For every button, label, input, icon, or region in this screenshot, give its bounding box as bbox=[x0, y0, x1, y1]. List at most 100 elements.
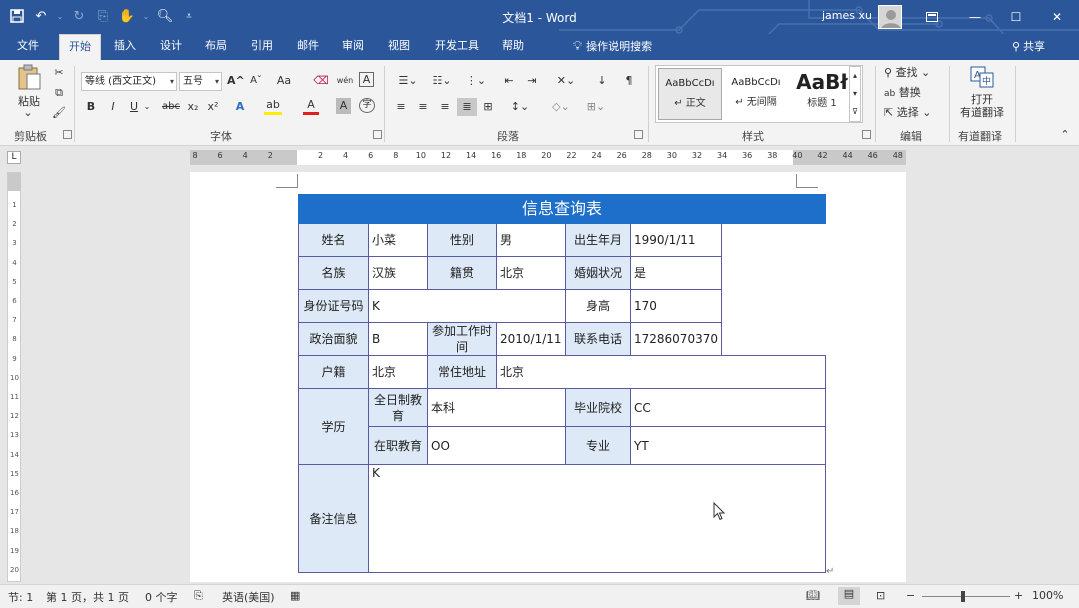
macro-record-icon[interactable]: ▦ bbox=[290, 589, 300, 602]
strikethrough-button[interactable]: abc bbox=[160, 98, 182, 116]
justify-icon[interactable]: ≣ bbox=[457, 98, 477, 116]
paragraph-launcher-icon[interactable] bbox=[634, 130, 643, 139]
political-value[interactable]: B bbox=[368, 322, 428, 356]
underline-button[interactable]: U bbox=[127, 98, 141, 116]
minimize-icon[interactable]: — bbox=[955, 0, 995, 34]
find-button[interactable]: ⚲ 查找 ⌄ bbox=[884, 64, 944, 82]
clear-formatting-icon[interactable]: ⌫ bbox=[313, 72, 329, 90]
style-normal[interactable]: AaBbCcDı ↵ 正文 bbox=[658, 68, 722, 120]
ethnic-value[interactable]: 汉族 bbox=[368, 256, 428, 290]
web-layout-icon[interactable]: ⊡ bbox=[876, 589, 885, 602]
user-avatar[interactable] bbox=[878, 5, 902, 29]
highlight-button[interactable]: ab bbox=[264, 98, 282, 115]
increase-indent-icon[interactable]: ⇥ bbox=[523, 72, 541, 90]
font-name-combo[interactable]: 等线 (西文正文) ▾ bbox=[81, 72, 177, 91]
copy-icon[interactable]: ⧉ bbox=[50, 84, 68, 102]
tab-mailings[interactable]: 邮件 bbox=[287, 34, 329, 60]
character-shading-button[interactable]: A bbox=[336, 98, 351, 114]
superscript-button[interactable]: x² bbox=[205, 98, 221, 116]
bold-button[interactable]: B bbox=[84, 98, 98, 116]
font-color-button[interactable]: A bbox=[303, 98, 319, 115]
marital-value[interactable]: 是 bbox=[630, 256, 722, 290]
align-center-icon[interactable]: ≡ bbox=[415, 98, 431, 116]
line-spacing-icon[interactable]: ↕⌄ bbox=[507, 98, 533, 116]
zoom-level[interactable]: 100% bbox=[1032, 589, 1063, 602]
tab-help[interactable]: 帮助 bbox=[492, 34, 534, 60]
distributed-icon[interactable]: ⊞ bbox=[480, 98, 496, 116]
tab-view[interactable]: 视图 bbox=[378, 34, 420, 60]
tab-design[interactable]: 设计 bbox=[150, 34, 192, 60]
vertical-ruler[interactable]: 1 2 3 4 5 6 7 8 9 10 11 12 13 14 15 16 17 18 19 20 bbox=[7, 172, 21, 582]
zoom-out-button[interactable]: − bbox=[906, 589, 915, 602]
document-page[interactable]: 信息查询表 姓名 小菜 性别 男 出生年月 1990/1/11 名族 汉族 籍贯… bbox=[190, 172, 906, 582]
word-count[interactable]: 0 个字 bbox=[145, 589, 178, 605]
select-button[interactable]: ⇱ 选择 ⌄ bbox=[884, 104, 944, 122]
replace-button[interactable]: ab 替换 bbox=[884, 84, 944, 103]
parttime-value[interactable]: OO bbox=[427, 426, 566, 465]
character-border-button[interactable]: A bbox=[359, 72, 374, 87]
section-indicator[interactable]: 节: 1 bbox=[8, 589, 33, 605]
style-heading-1[interactable]: AaBł 标题 1 bbox=[790, 68, 854, 120]
paragraph-shading-icon[interactable]: ◇⌄ bbox=[548, 98, 574, 116]
clipboard-launcher-icon[interactable] bbox=[63, 130, 72, 139]
styles-scroll[interactable]: ▴ ▾ ⊽ bbox=[849, 66, 861, 122]
zoom-slider[interactable] bbox=[922, 596, 1010, 597]
origin-value[interactable]: 北京 bbox=[496, 256, 566, 290]
major-value[interactable]: YT bbox=[630, 426, 826, 465]
ribbon-display-options-icon[interactable] bbox=[912, 0, 952, 34]
print-layout-icon[interactable]: ▤ bbox=[838, 587, 860, 605]
tab-layout[interactable]: 布局 bbox=[195, 34, 237, 60]
share-button[interactable]: ⚲ 共享 bbox=[1012, 34, 1062, 60]
zoom-slider-thumb[interactable] bbox=[961, 591, 965, 602]
format-painter-brush-icon[interactable]: 🖌︎ bbox=[50, 104, 68, 122]
paste-button[interactable]: 粘贴 bbox=[14, 64, 44, 108]
close-icon[interactable]: ✕ bbox=[1037, 0, 1077, 34]
zoom-in-button[interactable]: + bbox=[1014, 589, 1023, 602]
shrink-font-button[interactable]: Aˇ bbox=[248, 72, 264, 90]
fulltime-value[interactable]: 本科 bbox=[427, 388, 566, 427]
change-case-button[interactable]: Aa bbox=[273, 72, 295, 90]
grow-font-button[interactable]: A^ bbox=[227, 72, 245, 90]
tab-insert[interactable]: 插入 bbox=[104, 34, 146, 60]
borders-icon[interactable]: ⊞⌄ bbox=[583, 98, 609, 116]
text-effects-button[interactable]: A bbox=[232, 98, 248, 116]
styles-launcher-icon[interactable] bbox=[862, 130, 871, 139]
italic-button[interactable]: I bbox=[106, 98, 120, 116]
align-right-icon[interactable]: ≡ bbox=[437, 98, 453, 116]
phone-value[interactable]: 17286070370 bbox=[630, 322, 722, 356]
youdao-translate-button[interactable]: A中 打开 有道翻译 bbox=[955, 66, 1009, 119]
enclose-characters-button[interactable]: 字 bbox=[359, 98, 375, 113]
font-launcher-icon[interactable] bbox=[373, 130, 382, 139]
remark-value[interactable]: K bbox=[368, 464, 826, 573]
subscript-button[interactable]: x₂ bbox=[185, 98, 201, 116]
tab-references[interactable]: 引用 bbox=[241, 34, 283, 60]
tab-file[interactable]: 文件 bbox=[8, 34, 48, 60]
id-value[interactable]: K bbox=[368, 289, 566, 323]
tab-home[interactable]: 开始 bbox=[59, 34, 101, 60]
address-value[interactable]: 北京 bbox=[496, 355, 826, 389]
horizontal-ruler[interactable]: 8 6 4 2 2 4 6 8 10 12 14 16 18 20 22 24 26 28 30 32 34 36 38 40… bbox=[190, 150, 906, 165]
multilevel-list-icon[interactable]: ⋮⌄ bbox=[461, 72, 491, 90]
underline-dropdown-icon[interactable]: ⌄ bbox=[143, 98, 151, 116]
collapse-ribbon-icon[interactable]: ⌃ bbox=[1058, 126, 1072, 144]
birth-value[interactable]: 1990/1/11 bbox=[630, 223, 722, 257]
paste-dropdown-icon[interactable]: ⌄ bbox=[18, 104, 38, 122]
show-marks-icon[interactable]: ¶ bbox=[622, 72, 636, 90]
decrease-indent-icon[interactable]: ⇤ bbox=[500, 72, 518, 90]
cut-icon[interactable]: ✂ bbox=[50, 64, 68, 82]
tab-developer[interactable]: 开发工具 bbox=[429, 34, 485, 60]
style-no-spacing[interactable]: AaBbCcDı ↵ 无间隔 bbox=[724, 68, 788, 120]
font-size-combo[interactable]: 五号 ▾ bbox=[179, 72, 222, 91]
sort-icon[interactable]: ↓ bbox=[593, 72, 611, 90]
phonetic-guide-button[interactable]: wén bbox=[336, 72, 354, 90]
school-value[interactable]: CC bbox=[630, 388, 826, 427]
name-value[interactable]: 小菜 bbox=[368, 223, 428, 257]
tab-selector[interactable]: L bbox=[7, 151, 21, 164]
proofing-icon[interactable]: ⎘ bbox=[194, 589, 203, 603]
numbering-icon[interactable]: ☷⌄ bbox=[427, 72, 457, 90]
hukou-value[interactable]: 北京 bbox=[368, 355, 428, 389]
chinese-layout-icon[interactable]: ✕⌄ bbox=[552, 72, 580, 90]
read-mode-icon[interactable]: 📖︎ bbox=[806, 589, 820, 602]
tab-review[interactable]: 审阅 bbox=[332, 34, 374, 60]
height-value[interactable]: 170 bbox=[630, 289, 722, 323]
